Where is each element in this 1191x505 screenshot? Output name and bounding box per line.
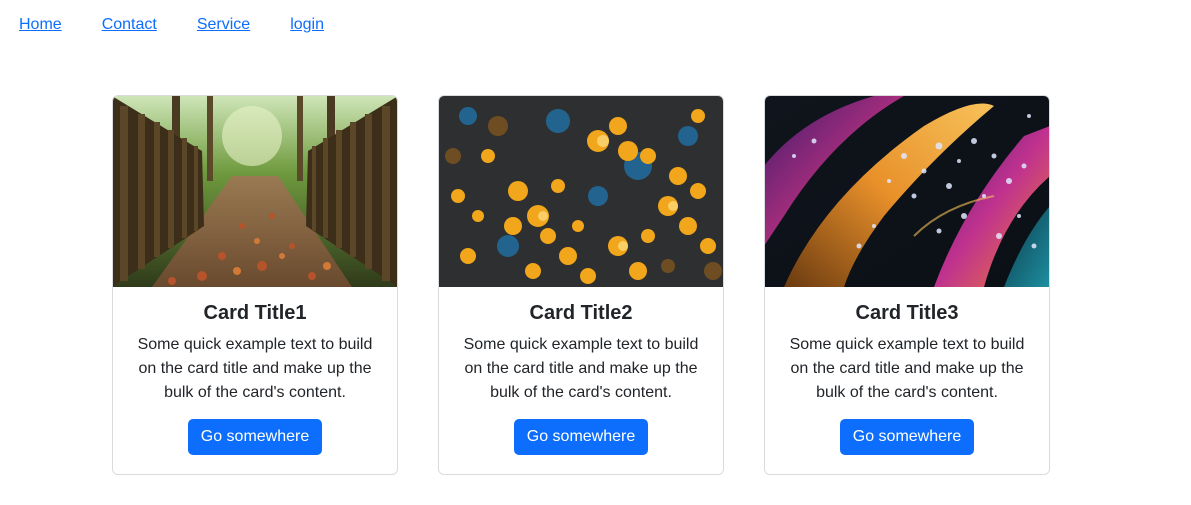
top-nav: Home Contact Service login bbox=[19, 16, 324, 34]
card-1: Card Title1 Some quick example text to b… bbox=[112, 95, 398, 475]
card-image-forest-bridge bbox=[113, 96, 397, 287]
go-somewhere-button[interactable]: Go somewhere bbox=[839, 419, 975, 455]
card-image-colorful-feathers bbox=[765, 96, 1049, 287]
card-row: Card Title1 Some quick example text to b… bbox=[112, 95, 1050, 475]
go-somewhere-button[interactable]: Go somewhere bbox=[513, 419, 649, 455]
card-body: Card Title1 Some quick example text to b… bbox=[113, 287, 397, 455]
nav-link-home[interactable]: Home bbox=[19, 16, 62, 34]
card-text: Some quick example text to build on the … bbox=[463, 336, 699, 401]
card-text: Some quick example text to build on the … bbox=[137, 336, 373, 401]
card-body: Card Title2 Some quick example text to b… bbox=[439, 287, 723, 455]
nav-link-service[interactable]: Service bbox=[197, 16, 250, 34]
nav-link-contact[interactable]: Contact bbox=[102, 16, 157, 34]
card-title: Card Title1 bbox=[203, 302, 307, 324]
card-3: Card Title3 Some quick example text to b… bbox=[764, 95, 1050, 475]
go-somewhere-button[interactable]: Go somewhere bbox=[187, 419, 323, 455]
card-2: Card Title2 Some quick example text to b… bbox=[438, 95, 724, 475]
card-image-bokeh-lights bbox=[439, 96, 723, 287]
card-title: Card Title3 bbox=[855, 302, 959, 324]
card-text: Some quick example text to build on the … bbox=[789, 336, 1025, 401]
nav-link-login[interactable]: login bbox=[290, 16, 324, 34]
card-title: Card Title2 bbox=[529, 302, 633, 324]
card-body: Card Title3 Some quick example text to b… bbox=[765, 287, 1049, 455]
